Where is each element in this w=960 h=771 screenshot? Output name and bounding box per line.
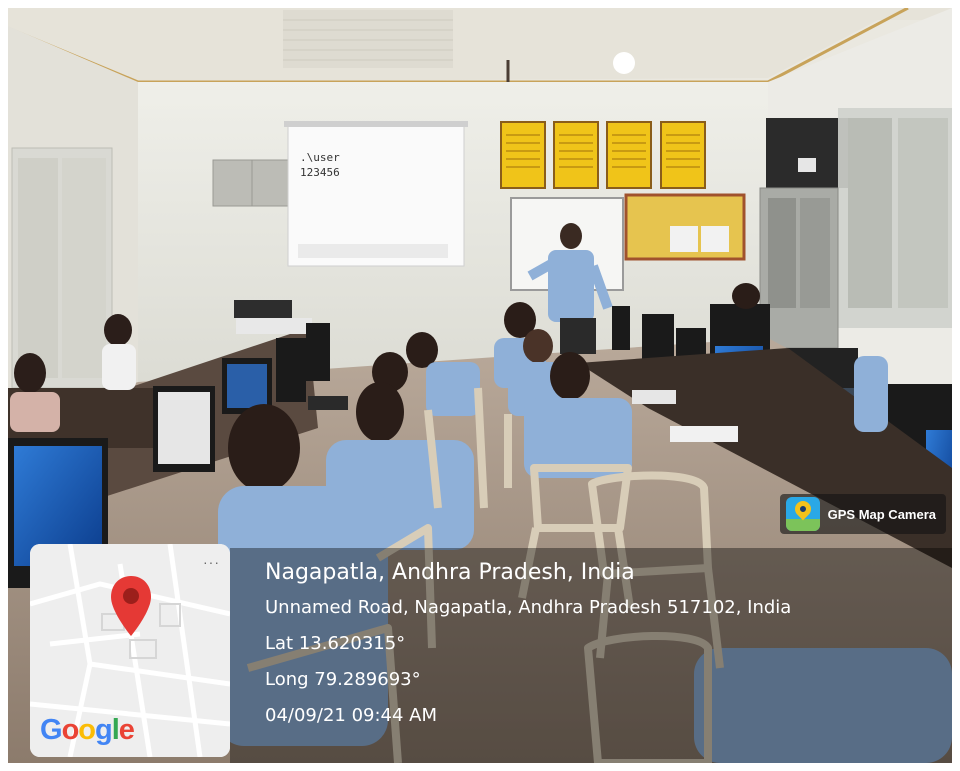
- map-thumbnail[interactable]: ··· Google: [30, 544, 230, 757]
- location-longitude: Long 79.289693°: [265, 669, 421, 690]
- projector-text-line1: .\user: [300, 151, 340, 164]
- location-title: Nagapatla, Andhra Pradesh, India: [265, 560, 635, 585]
- ceiling-vent: [283, 10, 453, 68]
- person-standing-left: [102, 314, 136, 390]
- projector-text-line2: 123456: [300, 166, 340, 179]
- app-badge-label: GPS Map Camera: [827, 506, 936, 522]
- location-address: Unnamed Road, Nagapatla, Andhra Pradesh …: [265, 597, 792, 618]
- location-text-block: Nagapatla, Andhra Pradesh, India Unnamed…: [265, 556, 791, 734]
- ceiling-light: [613, 52, 635, 74]
- location-datetime: 04/09/21 09:44 AM: [265, 705, 438, 726]
- location-latitude: Lat 13.620315°: [265, 633, 406, 654]
- projector-device: [234, 300, 292, 318]
- app-badge: GPS Map Camera: [779, 494, 946, 534]
- photo-frame: .\user 123456 GPS Map Camera ··· Google …: [8, 8, 952, 763]
- map-pin-icon: [111, 576, 151, 636]
- google-logo: Google: [40, 714, 135, 746]
- gps-map-camera-logo-icon: [785, 497, 820, 531]
- location-info-panel: ··· Google Nagapatla, Andhra Pradesh, In…: [8, 540, 952, 763]
- map-more-icon[interactable]: ···: [203, 554, 220, 570]
